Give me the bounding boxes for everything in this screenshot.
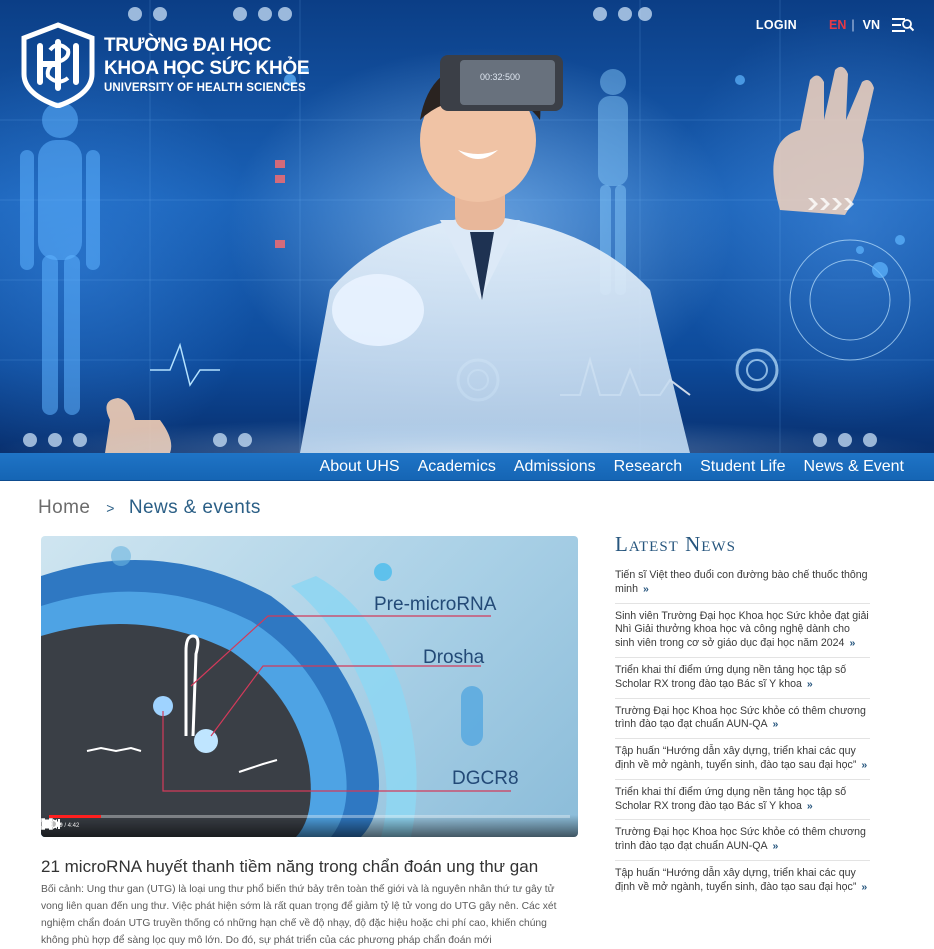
logo-subtitle: UNIVERSITY OF HEALTH SCIENCES (104, 82, 306, 94)
news-item-title[interactable]: Sinh viên Trường Đại học Khoa học Sức kh… (615, 610, 869, 650)
video-label-pre-microrna: Pre-microRNA (374, 594, 497, 615)
video-label-drosha: Drosha (423, 647, 485, 668)
uhs-emblem-icon (21, 22, 95, 108)
news-item[interactable]: Triển khai thí điểm ứng dụng nền tảng họ… (615, 664, 870, 699)
breadcrumb-home[interactable]: Home (38, 497, 90, 519)
breadcrumb: Home > News & events (38, 497, 261, 519)
double-chevron-right-icon[interactable]: » (807, 800, 813, 812)
news-item[interactable]: Trường Đại học Khoa học Sức khỏe có thêm… (615, 826, 870, 861)
breadcrumb-current: News & events (128, 497, 261, 518)
double-chevron-right-icon[interactable]: » (643, 583, 649, 595)
university-logo[interactable]: TRƯỜNG ĐẠI HỌC KHOA HỌC SỨC KHỎE UNIVERS… (20, 22, 310, 108)
lang-separator: | (851, 18, 855, 32)
logo-title-line2: KHOA HỌC SỨC KHỎE (104, 58, 310, 79)
nav-student-life[interactable]: Student Life (700, 458, 785, 476)
article-excerpt: Bối cảnh: Ung thư gan (UTG) là loại ung … (41, 884, 557, 946)
video-frame-illustration (41, 546, 511, 837)
news-item[interactable]: Sinh viên Trường Đại học Khoa học Sức kh… (615, 610, 870, 658)
nav-about-uhs[interactable]: About UHS (320, 458, 400, 476)
double-chevron-right-icon[interactable]: » (773, 718, 779, 730)
news-item-title[interactable]: Tập huấn “Hướng dẫn xây dựng, triển khai… (615, 745, 856, 771)
nav-research[interactable]: Research (614, 458, 682, 476)
latest-news-heading: Latest News (615, 532, 736, 556)
double-chevron-right-icon[interactable]: » (849, 637, 855, 649)
news-item[interactable]: Tiến sĩ Việt theo đuổi con đường bào chế… (615, 569, 870, 604)
logo-title-line1: TRƯỜNG ĐẠI HỌC (104, 35, 272, 56)
double-chevron-right-icon[interactable]: » (773, 840, 779, 852)
news-item-title[interactable]: Trường Đại học Khoa học Sức khỏe có thêm… (615, 705, 866, 731)
nav-news-event[interactable]: News & Event (804, 458, 904, 476)
menu-search-icon[interactable] (892, 18, 914, 32)
lang-en-link[interactable]: EN (829, 18, 846, 32)
news-item-title[interactable]: Trường Đại học Khoa học Sức khỏe có thêm… (615, 826, 866, 852)
hero-readout: 00:32:500 (480, 72, 520, 82)
video-player[interactable]: Pre-microRNA Drosha DGCR8 0:29 / 4:42 (41, 536, 578, 837)
double-chevron-right-icon[interactable]: » (861, 759, 867, 771)
lang-vn-link[interactable]: VN (863, 18, 880, 32)
news-item[interactable]: Tập huấn “Hướng dẫn xây dựng, triển khai… (615, 867, 870, 901)
main-navigation: About UHS Academics Admissions Research … (0, 453, 934, 481)
double-chevron-right-icon[interactable]: » (807, 678, 813, 690)
news-item-title[interactable]: Triển khai thí điểm ứng dụng nền tảng họ… (615, 786, 846, 812)
breadcrumb-separator: > (106, 500, 115, 516)
news-item[interactable]: Triển khai thí điểm ứng dụng nền tảng họ… (615, 786, 870, 821)
news-item-title[interactable]: Triển khai thí điểm ứng dụng nền tảng họ… (615, 664, 846, 690)
news-item-title[interactable]: Tập huấn “Hướng dẫn xây dựng, triển khai… (615, 867, 856, 893)
top-utility-bar: LOGIN EN | VN (756, 18, 914, 32)
double-chevron-right-icon[interactable]: » (861, 881, 867, 893)
news-item[interactable]: Trường Đại học Khoa học Sức khỏe có thêm… (615, 705, 870, 740)
latest-news-list: Tiến sĩ Việt theo đuổi con đường bào chế… (615, 569, 870, 907)
news-item-title[interactable]: Tiến sĩ Việt theo đuổi con đường bào chế… (615, 569, 868, 595)
nav-admissions[interactable]: Admissions (514, 458, 596, 476)
nav-academics[interactable]: Academics (418, 458, 496, 476)
video-label-dgcr8: DGCR8 (452, 768, 519, 789)
video-control-row: 0:29 / 4:42 (41, 818, 578, 834)
news-item[interactable]: Tập huấn “Hướng dẫn xây dựng, triển khai… (615, 745, 870, 780)
article-title[interactable]: 21 microRNA huyết thanh tiềm năng trong … (41, 857, 538, 877)
login-link[interactable]: LOGIN (756, 18, 797, 32)
fullscreen-icon[interactable] (41, 818, 53, 830)
hero-banner: 00:32:500 TRƯỜNG ĐẠI HỌC KHOA HỌC SỨC KH… (0, 0, 934, 453)
